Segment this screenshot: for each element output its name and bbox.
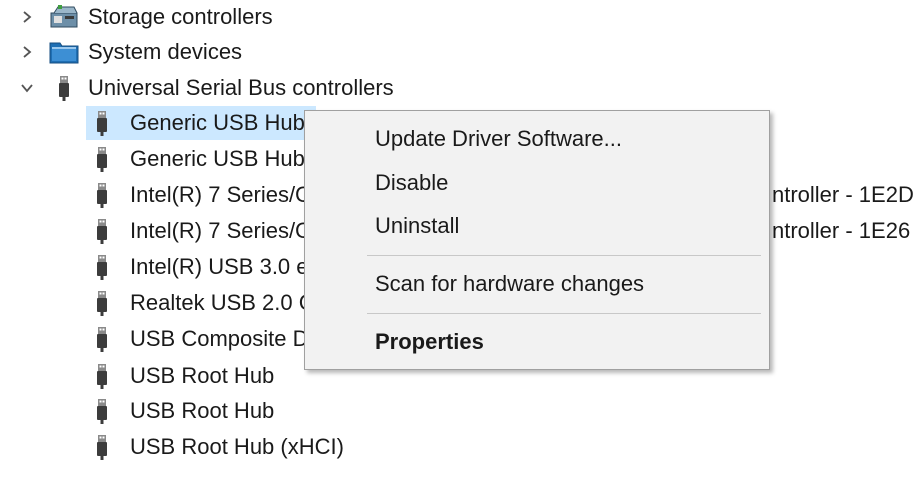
chevron-right-icon[interactable] xyxy=(16,41,38,63)
menu-separator xyxy=(367,313,761,314)
usb-device-item[interactable]: Generic USB Hub xyxy=(86,106,316,140)
usb-device-label: Intel(R) USB 3.0 e xyxy=(130,254,309,279)
usb-device-label: Generic USB Hub xyxy=(130,146,305,171)
usb-device-item[interactable]: Intel(R) USB 3.0 e xyxy=(86,250,309,284)
usb-plug-icon xyxy=(86,181,118,209)
usb-plug-icon xyxy=(86,289,118,317)
context-menu: Update Driver Software... Disable Uninst… xyxy=(304,110,770,370)
usb-device-item[interactable]: Realtek USB 2.0 C xyxy=(86,286,315,320)
usb-device-label: Realtek USB 2.0 C xyxy=(130,290,315,315)
usb-device-label: Intel(R) 7 Series/C xyxy=(130,182,311,207)
menu-item-label: Properties xyxy=(375,329,484,354)
usb-plug-icon xyxy=(86,397,118,425)
usb-device-label-overflow: ntroller - 1E2D xyxy=(772,182,914,207)
tree-item-usb-controllers[interactable]: Universal Serial Bus controllers xyxy=(16,71,394,105)
usb-plug-icon xyxy=(86,433,118,461)
usb-device-label: Generic USB Hub xyxy=(130,110,305,135)
usb-plug-icon xyxy=(86,145,118,173)
usb-plug-icon xyxy=(48,74,80,102)
usb-device-item[interactable]: Intel(R) 7 Series/C xyxy=(86,178,311,212)
menu-item-properties[interactable]: Properties xyxy=(305,322,769,362)
menu-item-update-driver[interactable]: Update Driver Software... xyxy=(305,119,769,159)
menu-item-uninstall[interactable]: Uninstall xyxy=(305,206,769,246)
tree-item-system-devices[interactable]: System devices xyxy=(16,35,242,69)
usb-device-label: USB Root Hub xyxy=(130,398,275,423)
menu-item-label: Uninstall xyxy=(375,213,460,238)
usb-device-label: USB Root Hub (xHCI) xyxy=(130,434,344,459)
system-devices-icon xyxy=(48,38,80,66)
chevron-right-icon[interactable] xyxy=(16,6,38,28)
usb-device-item[interactable]: Intel(R) 7 Series/C xyxy=(86,214,311,248)
menu-item-label: Disable xyxy=(375,170,449,195)
tree-item-label: Storage controllers xyxy=(88,4,273,29)
usb-device-item[interactable]: USB Root Hub (xHCI) xyxy=(86,430,344,464)
usb-device-label: USB Composite D xyxy=(130,326,309,351)
usb-plug-icon xyxy=(86,362,118,390)
menu-item-scan-hardware[interactable]: Scan for hardware changes xyxy=(305,264,769,304)
usb-plug-icon xyxy=(86,217,118,245)
usb-device-item[interactable]: Generic USB Hub xyxy=(86,142,305,176)
menu-separator xyxy=(367,255,761,256)
tree-item-storage-controllers[interactable]: Storage controllers xyxy=(16,0,273,34)
usb-device-label-overflow: ntroller - 1E26 xyxy=(772,218,911,243)
tree-item-label: System devices xyxy=(88,39,243,64)
usb-plug-icon xyxy=(86,109,118,137)
storage-controller-icon xyxy=(48,3,80,31)
menu-item-label: Update Driver Software... xyxy=(375,126,622,151)
usb-device-item[interactable]: USB Root Hub xyxy=(86,359,274,393)
usb-device-label: Intel(R) 7 Series/C xyxy=(130,218,311,243)
tree-item-label: Universal Serial Bus controllers xyxy=(88,75,394,100)
usb-device-item[interactable]: USB Composite D xyxy=(86,322,309,356)
usb-device-label: USB Root Hub xyxy=(130,363,275,388)
usb-device-item[interactable]: USB Root Hub xyxy=(86,394,274,428)
menu-item-disable[interactable]: Disable xyxy=(305,163,769,203)
chevron-down-icon[interactable] xyxy=(16,77,38,99)
menu-item-label: Scan for hardware changes xyxy=(375,271,645,296)
usb-plug-icon xyxy=(86,253,118,281)
usb-plug-icon xyxy=(86,325,118,353)
